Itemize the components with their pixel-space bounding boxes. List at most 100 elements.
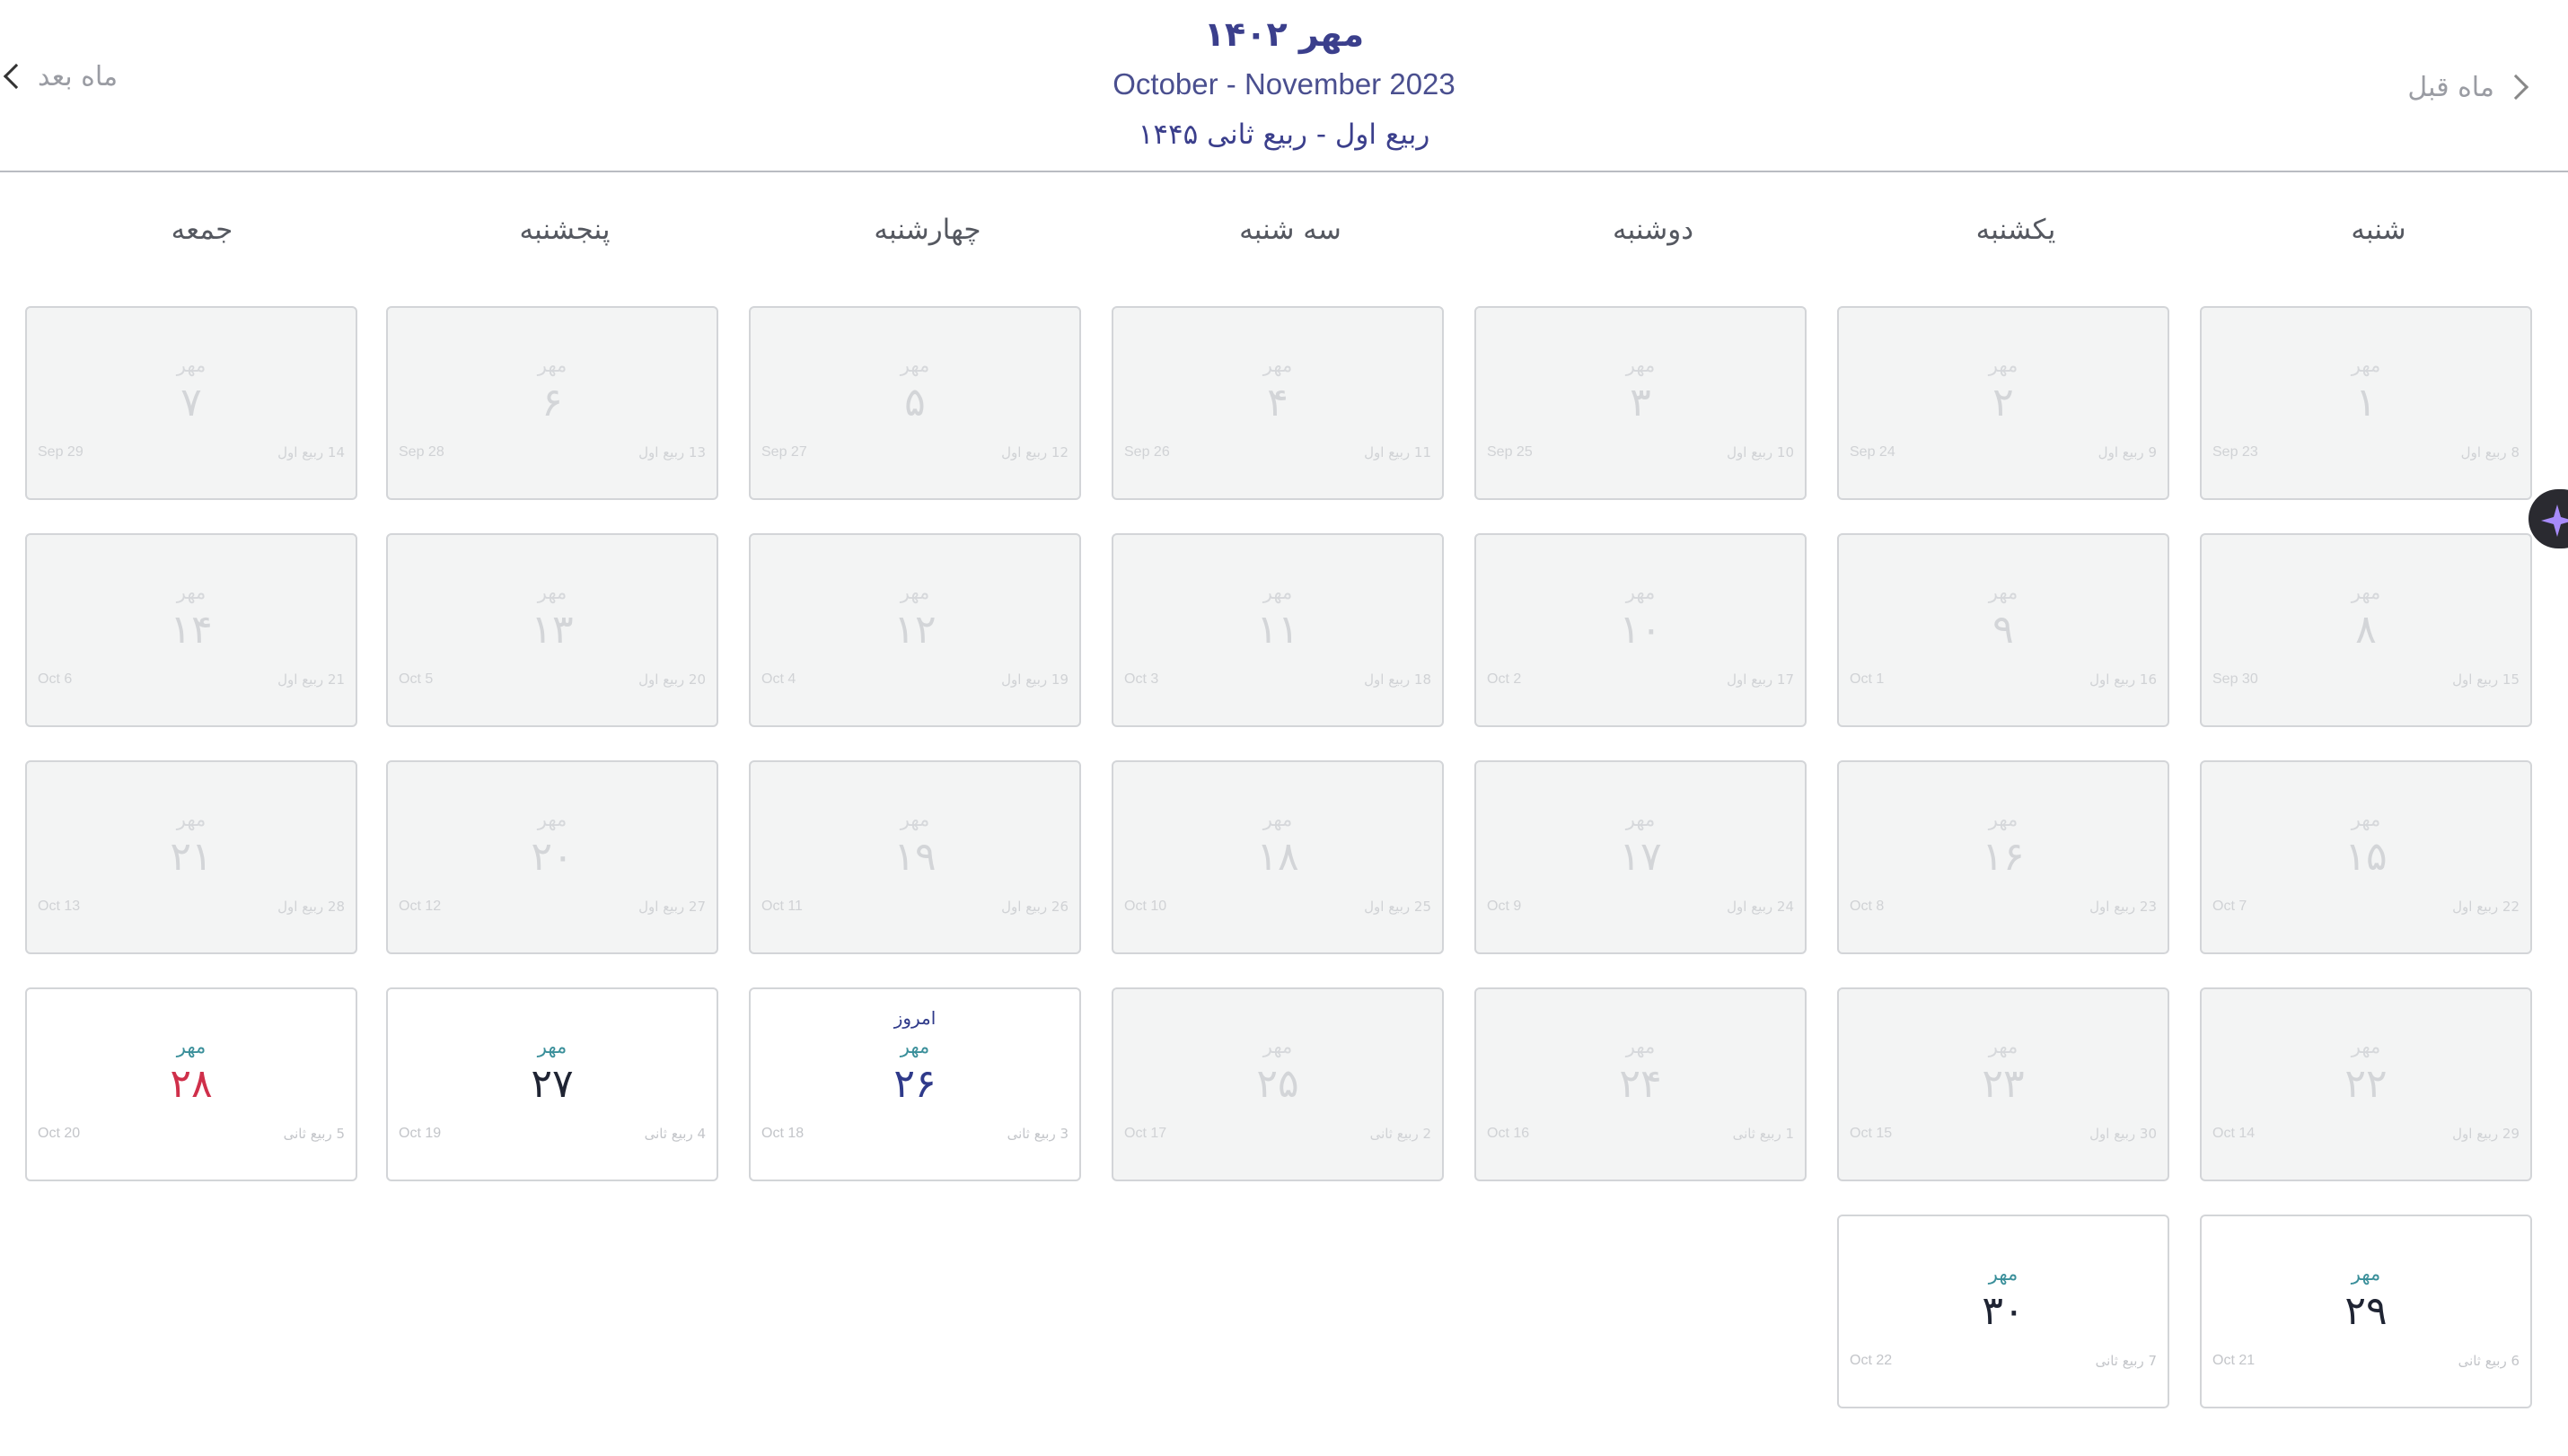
day-month-label: مهر bbox=[176, 1036, 207, 1057]
day-cell[interactable]: مهر ۲۸ Oct 20 5 ربیع ثانی bbox=[25, 987, 357, 1181]
day-number: ۱۵ bbox=[2344, 834, 2388, 880]
day-cell[interactable]: مهر ۶ Sep 28 13 ربیع اول bbox=[386, 306, 718, 500]
today-label: امروز bbox=[893, 1007, 937, 1029]
day-gregorian-date: Sep 23 bbox=[2212, 444, 2258, 460]
day-cell[interactable]: مهر ۹ Oct 1 16 ربیع اول bbox=[1837, 533, 2169, 727]
day-month-label: مهر bbox=[900, 582, 930, 603]
day-cell[interactable]: مهر ۳ Sep 25 10 ربیع اول bbox=[1474, 306, 1807, 500]
day-cell[interactable]: مهر ۳۰ Oct 22 7 ربیع ثانی bbox=[1837, 1215, 2169, 1408]
day-gregorian-date: Oct 5 bbox=[399, 671, 434, 687]
day-month-label: مهر bbox=[537, 355, 567, 376]
day-cell[interactable]: مهر ۱۱ Oct 3 18 ربیع اول bbox=[1112, 533, 1444, 727]
day-number: ۱۱ bbox=[1256, 607, 1299, 653]
day-month-label: مهر bbox=[2351, 1036, 2381, 1057]
day-cell[interactable]: مهر ۲۳ Oct 15 30 ربیع اول bbox=[1837, 987, 2169, 1181]
day-number: ۱۶ bbox=[1982, 834, 2025, 880]
day-hijri-date: 17 ربیع اول bbox=[1727, 671, 1794, 688]
day-cell[interactable]: مهر ۱۸ Oct 10 25 ربیع اول bbox=[1112, 760, 1444, 954]
day-cell[interactable]: مهر ۵ Sep 27 12 ربیع اول bbox=[749, 306, 1081, 500]
day-month-label: مهر bbox=[176, 355, 207, 376]
day-month-label: مهر bbox=[1625, 355, 1656, 376]
day-cell[interactable]: مهر ۷ Sep 29 14 ربیع اول bbox=[25, 306, 357, 500]
day-cell[interactable]: مهر ۴ Sep 26 11 ربیع اول bbox=[1112, 306, 1444, 500]
day-cell[interactable]: مهر ۱۷ Oct 9 24 ربیع اول bbox=[1474, 760, 1807, 954]
day-number: ۱ bbox=[2355, 380, 2377, 425]
day-hijri-date: 27 ربیع اول bbox=[638, 899, 706, 915]
day-gregorian-date: Sep 27 bbox=[761, 444, 807, 460]
day-hijri-date: 5 ربیع ثانی bbox=[283, 1126, 345, 1142]
day-gregorian-date: Oct 4 bbox=[761, 671, 796, 687]
day-number: ۲۲ bbox=[2344, 1061, 2388, 1107]
day-month-label: مهر bbox=[1625, 809, 1656, 830]
day-number: ۲۴ bbox=[1619, 1061, 1662, 1107]
day-hijri-date: 16 ربیع اول bbox=[2089, 671, 2157, 688]
day-cell[interactable]: مهر ۲ Sep 24 9 ربیع اول bbox=[1837, 306, 2169, 500]
day-gregorian-date: Oct 9 bbox=[1487, 899, 1522, 914]
day-gregorian-date: Oct 7 bbox=[2212, 899, 2247, 914]
day-number: ۲۳ bbox=[1982, 1061, 2025, 1107]
day-hijri-date: 18 ربیع اول bbox=[1364, 671, 1431, 688]
day-month-label: مهر bbox=[1262, 1036, 1293, 1057]
day-cell[interactable]: مهر ۱۳ Oct 5 20 ربیع اول bbox=[386, 533, 718, 727]
day-hijri-date: 24 ربیع اول bbox=[1727, 899, 1794, 915]
day-number: ۱۹ bbox=[893, 834, 937, 880]
day-month-label: مهر bbox=[2351, 1263, 2381, 1285]
day-hijri-date: 10 ربیع اول bbox=[1727, 444, 1794, 460]
day-hijri-date: 9 ربیع اول bbox=[2097, 444, 2157, 460]
day-cell[interactable]: مهر ۱۰ Oct 2 17 ربیع اول bbox=[1474, 533, 1807, 727]
day-cell[interactable]: مهر ۲۲ Oct 14 29 ربیع اول bbox=[2200, 987, 2532, 1181]
day-cell[interactable]: مهر ۱۲ Oct 4 19 ربیع اول bbox=[749, 533, 1081, 727]
day-gregorian-date: Sep 30 bbox=[2212, 671, 2258, 687]
day-gregorian-date: Sep 28 bbox=[399, 444, 444, 460]
day-number: ۳۰ bbox=[1982, 1288, 2025, 1334]
day-hijri-date: 4 ربیع ثانی bbox=[644, 1126, 706, 1142]
day-gregorian-date: Oct 22 bbox=[1850, 1353, 1893, 1368]
day-month-label: مهر bbox=[176, 809, 207, 830]
day-cell[interactable]: مهر ۱۴ Oct 6 21 ربیع اول bbox=[25, 533, 357, 727]
day-gregorian-date: Oct 20 bbox=[38, 1126, 81, 1141]
day-number: ۱۴ bbox=[170, 607, 213, 653]
day-cell[interactable]: مهر ۸ Sep 30 15 ربیع اول bbox=[2200, 533, 2532, 727]
day-cell[interactable]: مهر ۱۵ Oct 7 22 ربیع اول bbox=[2200, 760, 2532, 954]
day-hijri-date: 1 ربیع ثانی bbox=[1732, 1126, 1794, 1142]
day-number: ۸ bbox=[2355, 607, 2377, 653]
day-cell[interactable]: مهر ۱۹ Oct 11 26 ربیع اول bbox=[749, 760, 1081, 954]
day-cell-today[interactable]: امروز مهر ۲۶ Oct 18 3 ربیع ثانی bbox=[749, 987, 1081, 1181]
day-cell[interactable]: مهر ۲۱ Oct 13 28 ربیع اول bbox=[25, 760, 357, 954]
day-cell[interactable]: مهر ۱ Sep 23 8 ربیع اول bbox=[2200, 306, 2532, 500]
day-month-label: مهر bbox=[2351, 355, 2381, 376]
day-gregorian-date: Oct 8 bbox=[1850, 899, 1885, 914]
day-month-label: مهر bbox=[1988, 1263, 2018, 1285]
day-month-label: مهر bbox=[1988, 355, 2018, 376]
day-number: ۲۱ bbox=[170, 834, 213, 880]
day-cell[interactable]: مهر ۲۹ Oct 21 6 ربیع ثانی bbox=[2200, 1215, 2532, 1408]
day-number: ۱۳ bbox=[531, 607, 574, 653]
day-month-label: مهر bbox=[900, 809, 930, 830]
day-hijri-date: 26 ربیع اول bbox=[1001, 899, 1069, 915]
day-cell[interactable]: مهر ۲۷ Oct 19 4 ربیع ثانی bbox=[386, 987, 718, 1181]
day-number: ۱۲ bbox=[893, 607, 937, 653]
day-gregorian-date: Sep 25 bbox=[1487, 444, 1533, 460]
day-hijri-date: 22 ربیع اول bbox=[2452, 899, 2520, 915]
day-month-label: مهر bbox=[537, 1036, 567, 1057]
day-number: ۲۶ bbox=[893, 1061, 937, 1107]
day-number: ۲۷ bbox=[531, 1061, 574, 1107]
day-cell[interactable]: مهر ۲۰ Oct 12 27 ربیع اول bbox=[386, 760, 718, 954]
day-month-label: مهر bbox=[1988, 582, 2018, 603]
day-hijri-date: 13 ربیع اول bbox=[638, 444, 706, 460]
day-month-label: مهر bbox=[537, 582, 567, 603]
day-number: ۳ bbox=[1630, 380, 1651, 425]
day-cell[interactable]: مهر ۲۴ Oct 16 1 ربیع ثانی bbox=[1474, 987, 1807, 1181]
day-gregorian-date: Oct 3 bbox=[1124, 671, 1159, 687]
day-hijri-date: 29 ربیع اول bbox=[2452, 1126, 2520, 1142]
day-number: ۵ bbox=[904, 380, 926, 425]
day-month-label: مهر bbox=[900, 1036, 930, 1057]
day-month-label: مهر bbox=[1262, 809, 1293, 830]
day-cell[interactable]: مهر ۲۵ Oct 17 2 ربیع ثانی bbox=[1112, 987, 1444, 1181]
day-number: ۱۰ bbox=[1619, 607, 1662, 653]
day-hijri-date: 30 ربیع اول bbox=[2089, 1126, 2157, 1142]
day-gregorian-date: Oct 12 bbox=[399, 899, 442, 914]
day-month-label: مهر bbox=[1625, 582, 1656, 603]
day-hijri-date: 23 ربیع اول bbox=[2089, 899, 2157, 915]
day-cell[interactable]: مهر ۱۶ Oct 8 23 ربیع اول bbox=[1837, 760, 2169, 954]
